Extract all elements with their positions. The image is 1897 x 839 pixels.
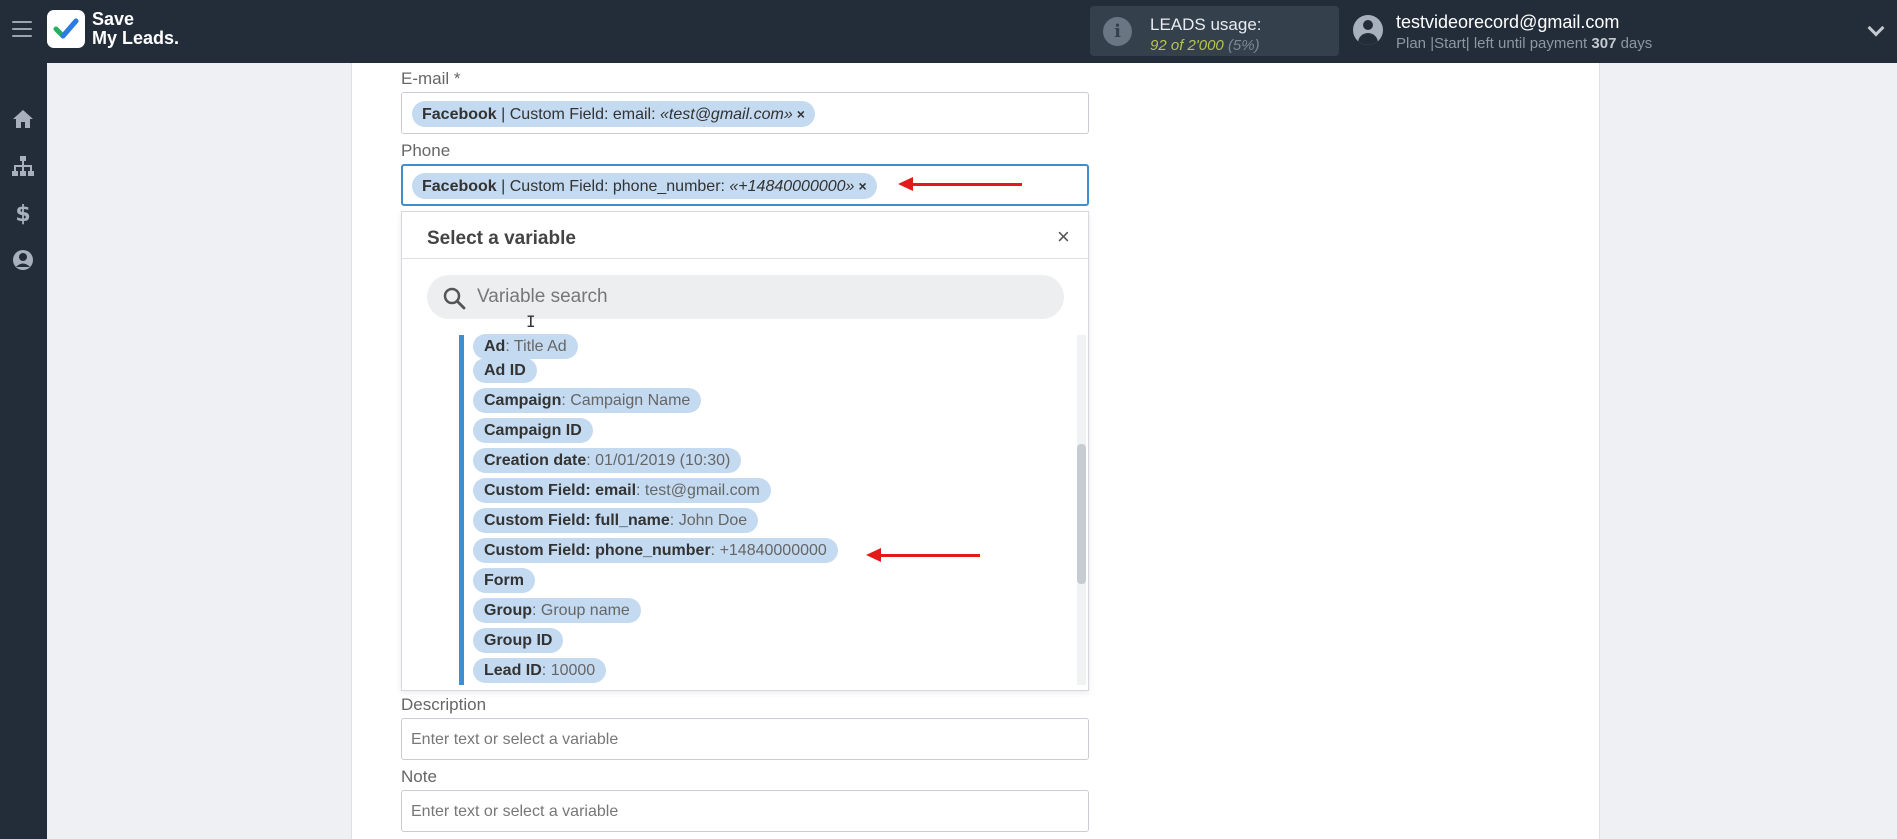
variable-name: Custom Field: full_name [484,512,670,529]
sidebar: $ [0,63,47,839]
variable-name: Campaign [484,392,562,409]
variable-value: : Campaign Name [561,392,691,409]
logo-text[interactable]: Save My Leads. [92,10,179,48]
variable-name: Custom Field: email [484,482,637,499]
list-item[interactable]: Lead ID: 10000 [473,658,607,683]
variable-name: Ad ID [484,362,526,379]
logo-line-1: Save [92,9,135,29]
search-icon [443,287,466,310]
list-item[interactable]: Campaign ID [473,418,593,443]
plan-days: 307 [1591,35,1617,52]
list-item[interactable]: Form [473,568,535,593]
red-arrow-icon [898,177,1022,191]
description-label: Description [401,695,487,714]
variable-name: Group [484,602,532,619]
variable-name: Group ID [484,632,553,649]
list-item[interactable]: Custom Field: full_name: John Doe [473,508,759,533]
variable-name: Creation date [484,452,587,469]
variable-search-input[interactable] [477,275,1047,319]
chevron-down-icon[interactable] [1867,19,1885,37]
tag-value: «test@gmail.com» [660,106,793,123]
account-icon[interactable] [10,247,36,273]
tag-value: «+14840000000» [729,178,855,195]
list-item[interactable]: Ad ID [473,358,537,383]
list-item[interactable]: Creation date: 01/01/2019 (10:30) [473,448,742,473]
tag-source: Facebook [422,106,497,123]
leads-usage-title: LEADS usage: [1150,15,1262,34]
text-cursor-icon: I [526,312,536,331]
close-icon[interactable]: × [1057,224,1070,250]
red-arrow-icon [866,548,980,562]
dropdown-title: Select a variable [427,228,576,249]
variable-search [427,275,1064,319]
note-field[interactable]: Enter text or select a variable [401,790,1089,832]
scrollbar-thumb[interactable] [1077,444,1086,584]
tag-field: | Custom Field: email: [496,106,660,123]
user-plan: Plan |Start| left until payment 307 days [1396,35,1652,52]
home-icon[interactable] [10,106,36,132]
list-item[interactable]: Group: Group name [473,598,641,623]
variable-name: Lead ID [484,662,542,679]
variable-name: Campaign ID [484,422,582,439]
variable-name: Custom Field: phone_number [484,542,711,559]
remove-tag-icon[interactable]: × [858,178,866,194]
phone-label: Phone [401,141,451,160]
note-placeholder: Enter text or select a variable [411,803,619,820]
user-email[interactable]: testvideorecord@gmail.com [1396,12,1619,33]
tag-field: | Custom Field: phone_number: [496,178,730,195]
logo-icon[interactable] [47,10,85,48]
plan-days-suffix: days [1616,35,1653,52]
list-item[interactable]: Custom Field: phone_number: +14840000000 [473,538,838,563]
info-icon: i [1103,17,1132,46]
leads-usage-count: 92 of 2'000 (5%) [1150,37,1260,54]
menu-icon[interactable] [12,21,32,37]
list-item[interactable]: Group ID [473,628,564,653]
variable-value: : 01/01/2019 (10:30) [586,452,731,469]
logo-line-2: My Leads. [92,28,180,48]
dollar-icon[interactable]: $ [10,200,36,226]
list-item[interactable]: Ad: Title Ad [473,334,578,359]
email-variable-tag[interactable]: Facebook | Custom Field: email: «test@gm… [412,101,815,127]
variable-dropdown: Select a variable × Ad: Title Ad Ad ID C… [401,211,1089,691]
divider [402,258,1088,259]
variable-value: : 10000 [541,662,596,679]
email-label: E-mail * [401,69,461,88]
email-field[interactable]: Facebook | Custom Field: email: «test@gm… [401,92,1089,134]
leads-count-value: 92 of 2'000 [1150,37,1224,54]
variable-value: : test@gmail.com [636,482,760,499]
list-item[interactable]: Campaign: Campaign Name [473,388,702,413]
description-placeholder: Enter text or select a variable [411,731,619,748]
variable-name: Ad [484,338,506,355]
sitemap-icon[interactable] [10,153,36,179]
plan-text: Plan |Start| left until payment [1396,35,1592,52]
svg-text:$: $ [15,202,30,226]
variable-name: Form [484,572,524,589]
note-label: Note [401,767,437,786]
variable-value: : +14840000000 [710,542,827,559]
user-avatar-icon[interactable] [1353,15,1383,45]
variable-value: : Group name [532,602,630,619]
leads-percent: (5%) [1227,37,1260,54]
tag-source: Facebook [422,178,497,195]
list-item[interactable]: Custom Field: email: test@gmail.com [473,478,771,503]
description-field[interactable]: Enter text or select a variable [401,718,1089,760]
remove-tag-icon[interactable]: × [797,106,805,122]
phone-variable-tag[interactable]: Facebook | Custom Field: phone_number: «… [412,173,877,199]
top-bar: Save My Leads. i LEADS usage: 92 of 2'00… [0,0,1897,63]
variable-value: : John Doe [669,512,748,529]
variable-list: Ad: Title Ad Ad ID Campaign: Campaign Na… [459,334,959,685]
leads-usage-box: i LEADS usage: 92 of 2'000 (5%) [1090,6,1339,56]
variable-value: : Title Ad [505,338,567,355]
